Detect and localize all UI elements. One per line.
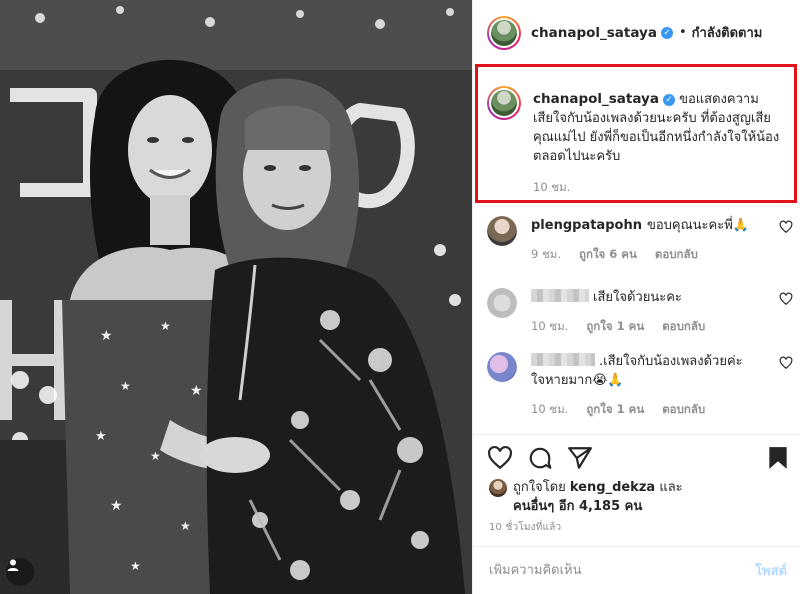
comment-text: เสียใจด้วยนะคะ [593, 290, 682, 305]
verified-badge-icon: ✓ [660, 26, 673, 39]
svg-text:★: ★ [120, 379, 131, 393]
caption-username[interactable]: chanapol_sataya [533, 91, 659, 107]
post-comment-button[interactable]: โพสต์ [755, 560, 787, 581]
reply-button[interactable]: ตอบกลับ [662, 317, 705, 336]
heart-icon[interactable] [487, 445, 513, 471]
author-username[interactable]: chanapol_sataya [531, 25, 657, 41]
reply-button[interactable]: ตอบกลับ [662, 400, 705, 419]
comment-time[interactable]: 10 ชม. [531, 317, 568, 336]
svg-text:★: ★ [100, 328, 113, 344]
heart-icon[interactable] [779, 356, 793, 370]
comment-likes[interactable]: ถูกใจ 1 คน [586, 317, 644, 336]
svg-text:★: ★ [130, 559, 141, 573]
caption-avatar[interactable] [487, 86, 521, 120]
comment-item: เสียใจด้วยนะคะ 10 ชม. ถูกใจ 1 คน ตอบกลับ [487, 288, 793, 336]
post-header: chanapol_sataya ✓ • กำลังติดตาม [473, 0, 800, 66]
comment-time[interactable]: 9 ชม. [531, 245, 561, 264]
post-details-panel: chanapol_sataya ✓ • กำลังติดตาม chanapol… [472, 0, 800, 594]
comment-input[interactable] [489, 563, 756, 578]
photo-illustration: ★★ ★★ ★★ ★★ ★★ ★★ [0, 0, 472, 594]
svg-text:★: ★ [150, 449, 161, 463]
post-photo[interactable]: ★★ ★★ ★★ ★★ ★★ ★★ [0, 0, 472, 594]
heart-icon[interactable] [779, 292, 793, 306]
liker-avatar[interactable] [489, 479, 507, 497]
post-action-bar [473, 434, 800, 478]
verified-badge-icon: ✓ [662, 94, 675, 106]
comment-likes[interactable]: ถูกใจ 6 คน [579, 245, 637, 264]
author-avatar[interactable] [487, 15, 521, 50]
svg-text:★: ★ [160, 319, 171, 333]
post-timestamp[interactable]: 10 ชั่วโมงที่แล้ว [489, 520, 561, 535]
user-tag-icon[interactable] [6, 558, 34, 586]
svg-text:★: ★ [95, 429, 107, 444]
comment-icon[interactable] [527, 445, 553, 471]
header-separator: • [678, 25, 687, 40]
comment-avatar[interactable] [487, 216, 517, 246]
comment-likes[interactable]: ถูกใจ 1 คน [586, 400, 644, 419]
comment-item: plengpatapohn ขอบคุณนะคะพี่🙏 9 ชม. ถูกใจ … [487, 216, 793, 264]
likes-conj: และ [659, 480, 683, 495]
blurred-username[interactable] [531, 289, 589, 302]
comment-item: .เสียใจกับน้องเพลงด้วยค่ะ ใจหายมาก😭🙏 10 … [487, 352, 793, 419]
bookmark-icon[interactable] [765, 445, 791, 471]
comment-username[interactable]: plengpatapohn [531, 218, 642, 233]
likes-count-link[interactable]: คนอื่นๆ อีก 4,185 คน [513, 499, 642, 514]
following-button[interactable]: กำลังติดตาม [692, 22, 763, 43]
svg-text:★: ★ [110, 498, 123, 514]
share-icon[interactable] [567, 445, 593, 471]
likes-summary: ถูกใจโดย keng_dekza และ คนอื่นๆ อีก 4,18… [489, 478, 683, 516]
svg-text:★: ★ [180, 519, 191, 533]
reply-button[interactable]: ตอบกลับ [655, 245, 698, 264]
add-comment-bar: โพสต์ [473, 546, 800, 594]
likes-prefix: ถูกใจโดย [513, 480, 566, 495]
comment-avatar[interactable] [487, 288, 517, 318]
svg-text:★: ★ [190, 383, 203, 399]
heart-icon[interactable] [779, 220, 793, 234]
liker-username[interactable]: keng_dekza [570, 480, 655, 495]
caption-time[interactable]: 10 ชม. [533, 178, 783, 197]
post-caption: chanapol_sataya ✓ ขอแสดงความเสียใจกับน้อง… [487, 86, 787, 197]
comment-time[interactable]: 10 ชม. [531, 400, 568, 419]
blurred-username[interactable] [531, 353, 595, 366]
comment-text: ขอบคุณนะคะพี่🙏 [646, 218, 749, 233]
comment-avatar[interactable] [487, 352, 517, 382]
